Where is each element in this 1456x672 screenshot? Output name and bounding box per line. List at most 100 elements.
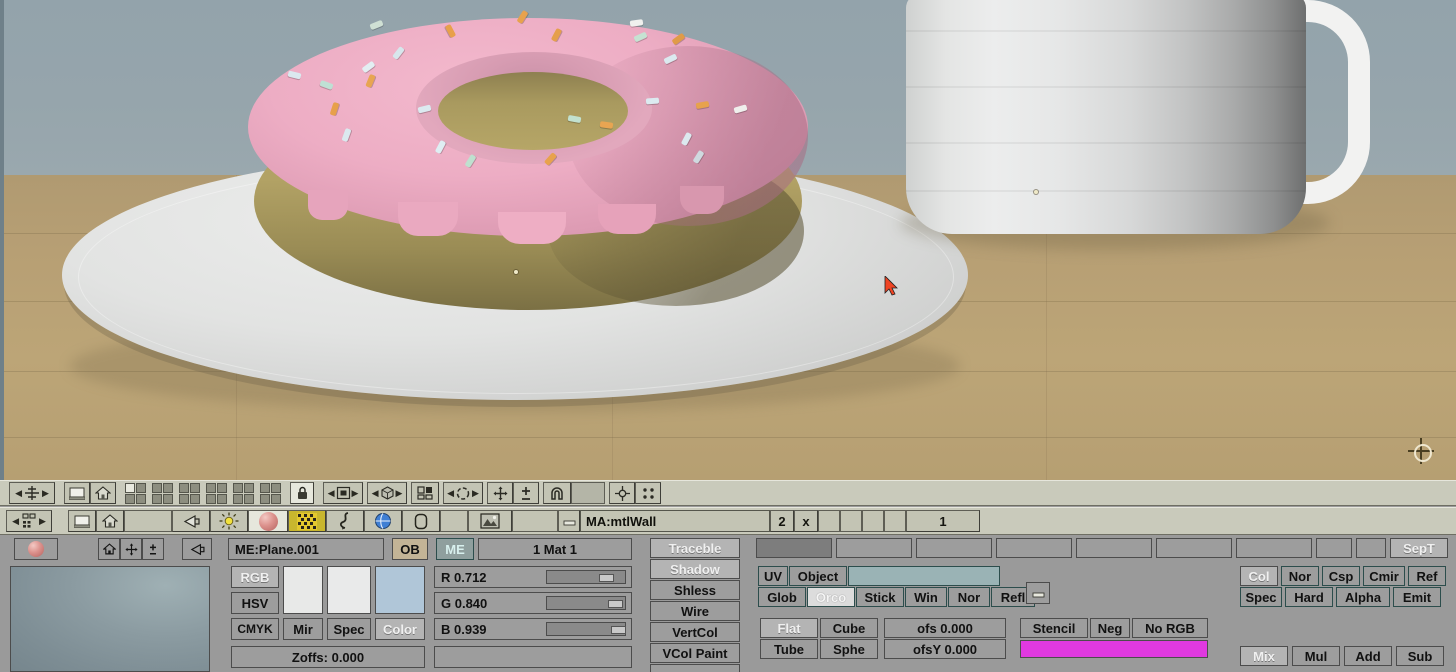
- lock-icon[interactable]: [290, 482, 314, 504]
- texture-slot-7[interactable]: [1236, 538, 1312, 558]
- specular-color-swatch[interactable]: [327, 566, 371, 614]
- neg-button[interactable]: Neg: [1090, 618, 1130, 638]
- rotate-manipulator-icon[interactable]: ◀ ▶: [443, 482, 483, 504]
- color-mode-cmyk[interactable]: CMYK: [231, 618, 279, 640]
- stencil-button[interactable]: Stencil: [1020, 618, 1088, 638]
- home-icon[interactable]: [90, 482, 116, 504]
- ob-link-button[interactable]: OB: [392, 538, 428, 560]
- proj-flat-button[interactable]: Flat: [760, 618, 818, 638]
- mesh-name-field[interactable]: ME:Plane.001: [228, 538, 384, 560]
- color-mode-hsv[interactable]: HSV: [231, 592, 279, 614]
- scale-icon[interactable]: [142, 538, 164, 560]
- camera-preview-icon[interactable]: [182, 538, 212, 560]
- coord-uv-button[interactable]: UV: [758, 566, 788, 586]
- buttons-window-icon[interactable]: ◀ ▶: [6, 510, 52, 532]
- mapto-col-button[interactable]: Col: [1240, 566, 1278, 586]
- spec-button[interactable]: Spec: [327, 618, 371, 640]
- channel-b-slider[interactable]: [546, 622, 626, 636]
- sept-button[interactable]: SepT: [1390, 538, 1448, 558]
- coord-object-field[interactable]: [848, 566, 1000, 586]
- material-sphere-icon[interactable]: [14, 538, 58, 560]
- view3d-header[interactable]: ◀ ▶ ◀ ▶ ◀ ▶ ◀ ▶: [0, 480, 1456, 506]
- object-mode-icon[interactable]: ◀ ▶: [323, 482, 363, 504]
- mapto-emit-button[interactable]: Emit: [1393, 587, 1441, 607]
- layer-group-4[interactable]: [206, 482, 227, 504]
- flag-wire[interactable]: Wire: [650, 601, 740, 621]
- flag-vcol-paint[interactable]: VCol Paint: [650, 643, 740, 663]
- mir-button[interactable]: Mir: [283, 618, 323, 640]
- layer-manager-icon[interactable]: [411, 482, 439, 504]
- ofs-x-field[interactable]: ofs 0.000: [884, 618, 1006, 638]
- window-type-icon[interactable]: ◀ ▶: [9, 482, 55, 504]
- mapto-hard-button[interactable]: Hard: [1285, 587, 1333, 607]
- scale-manipulator-icon[interactable]: [513, 482, 539, 504]
- lamp-icon[interactable]: [210, 510, 248, 532]
- proportional-edit-icon[interactable]: [635, 482, 661, 504]
- ofs-y-field[interactable]: ofsY 0.000: [884, 639, 1006, 659]
- move-icon[interactable]: [120, 538, 142, 560]
- radiosity-icon[interactable]: [326, 510, 364, 532]
- browse-material-icon[interactable]: [558, 510, 580, 532]
- key-color-swatch[interactable]: [1020, 640, 1208, 658]
- blend-mul-button[interactable]: Mul: [1292, 646, 1340, 666]
- pivot-center-icon[interactable]: [609, 482, 635, 504]
- mapto-alpha-button[interactable]: Alpha: [1336, 587, 1390, 607]
- mapto-spec-button[interactable]: Spec: [1240, 587, 1282, 607]
- blend-sub-button[interactable]: Sub: [1396, 646, 1444, 666]
- mug-object[interactable]: [906, 0, 1370, 238]
- layer-group-5[interactable]: [233, 482, 254, 504]
- diffuse-color-swatch[interactable]: [375, 566, 425, 614]
- material-index-field[interactable]: 1: [906, 510, 980, 532]
- color-mode-rgb[interactable]: RGB: [231, 566, 279, 588]
- flag-vertcol[interactable]: VertCol: [650, 622, 740, 642]
- material-unlink-button[interactable]: x: [794, 510, 818, 532]
- mapto-cmir-button[interactable]: Cmir: [1363, 566, 1405, 586]
- texture-slot-8[interactable]: [1316, 538, 1352, 558]
- color-button[interactable]: Color: [375, 618, 425, 640]
- mirror-color-swatch[interactable]: [283, 566, 323, 614]
- texture-slot-4[interactable]: [996, 538, 1072, 558]
- snap-magnet-icon[interactable]: [543, 482, 571, 504]
- layer-group-2[interactable]: [152, 482, 173, 504]
- screen-layout-icon[interactable]: [64, 482, 90, 504]
- layer-group-6[interactable]: [260, 482, 281, 504]
- material-users-button[interactable]: 2: [770, 510, 794, 532]
- buttons-window-header[interactable]: ◀ ▶ MA:mtlWall 2 x 1: [0, 507, 1456, 535]
- 3d-viewport[interactable]: [0, 0, 1456, 480]
- translate-manipulator-icon[interactable]: [487, 482, 513, 504]
- mapto-csp-button[interactable]: Csp: [1322, 566, 1360, 586]
- coord-object-button[interactable]: Object: [789, 566, 847, 586]
- donut-object[interactable]: [248, 6, 808, 318]
- mapto-nor-button[interactable]: Nor: [1281, 566, 1319, 586]
- mapto-ref-button[interactable]: Ref: [1408, 566, 1446, 586]
- proj-sphe-button[interactable]: Sphe: [820, 639, 878, 659]
- home-icon[interactable]: [96, 510, 124, 532]
- channel-g-slider[interactable]: [546, 596, 626, 610]
- shading-solid-icon[interactable]: ◀ ▶: [367, 482, 407, 504]
- material-sphere-icon[interactable]: [248, 510, 288, 532]
- texture-slot-2[interactable]: [836, 538, 912, 558]
- texture-slot-1[interactable]: [756, 538, 832, 558]
- flag-shless[interactable]: Shless: [650, 580, 740, 600]
- screen-layout-icon[interactable]: [68, 510, 96, 532]
- layer-group-3[interactable]: [179, 482, 200, 504]
- no-rgb-button[interactable]: No RGB: [1132, 618, 1208, 638]
- texture-checker-icon[interactable]: [288, 510, 326, 532]
- coord-nor-button[interactable]: Nor: [948, 587, 990, 607]
- proj-tube-button[interactable]: Tube: [760, 639, 818, 659]
- me-link-button[interactable]: ME: [436, 538, 474, 560]
- layer-group-1[interactable]: [125, 482, 146, 504]
- home-icon[interactable]: [98, 538, 120, 560]
- blend-add-button[interactable]: Add: [1344, 646, 1392, 666]
- material-slot-field[interactable]: 1 Mat 1: [478, 538, 632, 560]
- material-preview[interactable]: [10, 566, 210, 672]
- browse-texture-icon[interactable]: [1026, 582, 1050, 604]
- material-name-field[interactable]: MA:mtlWall: [580, 510, 770, 532]
- layer-grid-icon[interactable]: [125, 482, 281, 504]
- flag-shadow[interactable]: Shadow: [650, 559, 740, 579]
- shading-camera-icon[interactable]: [172, 510, 210, 532]
- zoffs-field[interactable]: Zoffs: 0.000: [231, 646, 425, 668]
- texture-slot-6[interactable]: [1156, 538, 1232, 558]
- coord-win-button[interactable]: Win: [905, 587, 947, 607]
- proj-cube-button[interactable]: Cube: [820, 618, 878, 638]
